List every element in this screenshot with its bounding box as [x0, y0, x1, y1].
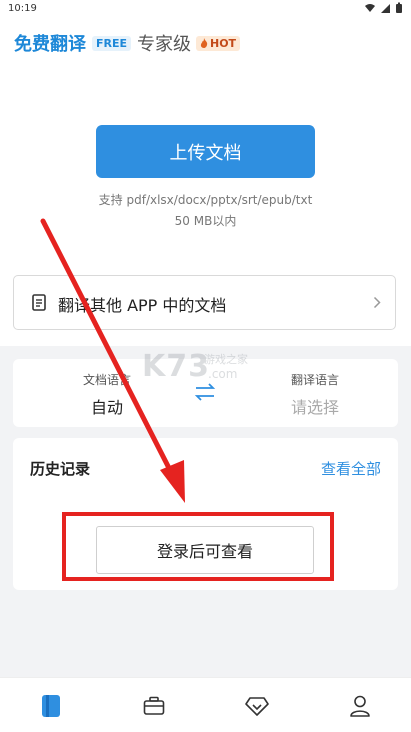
bottom-nav	[0, 677, 411, 732]
document-icon	[42, 695, 60, 717]
nav-item-documents[interactable]	[37, 692, 65, 720]
annotation-arrow	[40, 218, 185, 503]
diamond-icon	[245, 697, 269, 716]
briefcase-icon	[143, 696, 165, 715]
person-icon	[350, 695, 370, 717]
nav-item-tools[interactable]	[140, 692, 168, 720]
nav-item-profile[interactable]	[346, 692, 374, 720]
nav-item-vip[interactable]	[243, 692, 271, 720]
